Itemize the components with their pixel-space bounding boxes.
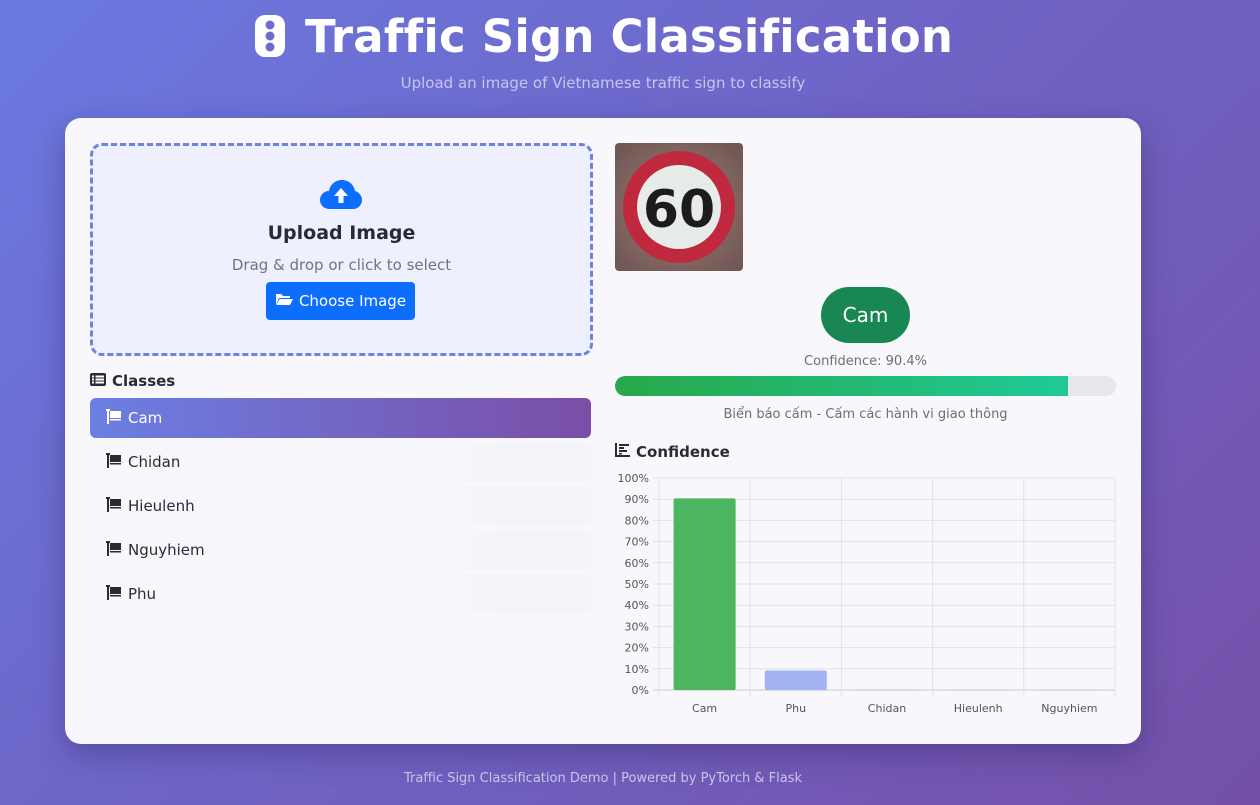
- chart-heading-label: Confidence: [636, 443, 730, 461]
- confidence-text: Confidence: 90.4%: [804, 354, 927, 369]
- classes-heading-label: Classes: [112, 372, 176, 390]
- classes-heading: Classes: [90, 372, 175, 390]
- page-title: Traffic Sign Classification: [304, 9, 954, 63]
- flag-icon: [106, 540, 122, 560]
- class-item-label: Hieulenh: [128, 497, 195, 515]
- y-tick-label: 10%: [625, 663, 649, 676]
- bar-cam: [673, 498, 736, 690]
- upload-subtitle: Drag & drop or click to select: [231, 256, 452, 274]
- uploaded-image-preview: 60: [615, 143, 743, 271]
- confidence-progress-fill: [615, 376, 1068, 396]
- cloud-upload-icon: [320, 179, 362, 215]
- chart-bar-icon: [615, 443, 630, 461]
- y-tick-label: 100%: [618, 472, 649, 485]
- speed-limit-text: 60: [643, 180, 715, 240]
- flag-icon: [106, 584, 122, 604]
- main-card: Upload Image Drag & drop or click to sel…: [65, 118, 1141, 744]
- flag-icon: [106, 408, 122, 428]
- page-header: Traffic Sign Classification Upload an im…: [0, 0, 1206, 92]
- folder-open-icon: [275, 292, 293, 310]
- x-tick-label: Cam: [692, 702, 717, 715]
- class-item-cam[interactable]: Cam: [90, 398, 591, 438]
- y-tick-label: 60%: [625, 557, 649, 570]
- y-tick-label: 0%: [632, 684, 649, 697]
- upload-title: Upload Image: [267, 222, 416, 244]
- flag-icon: [106, 496, 122, 516]
- upload-dropzone[interactable]: Upload Image Drag & drop or click to sel…: [90, 143, 593, 356]
- y-tick-label: 40%: [625, 599, 649, 612]
- page-footer: Traffic Sign Classification Demo | Power…: [404, 771, 802, 786]
- list-icon: [90, 372, 106, 390]
- bar-phu: [764, 670, 827, 690]
- choose-image-button[interactable]: Choose Image: [266, 282, 415, 320]
- page-subtitle: Upload an image of Vietnamese traffic si…: [400, 74, 806, 92]
- prediction-description: Biển báo cấm - Cấm các hành vi giao thôn…: [723, 407, 1008, 422]
- class-item-label: Phu: [128, 585, 157, 603]
- flag-icon: [106, 452, 122, 472]
- class-item-chidan[interactable]: Chidan: [90, 442, 591, 482]
- x-tick-label: Nguyhiem: [1041, 702, 1097, 715]
- confidence-progress-bar: [615, 376, 1116, 396]
- choose-image-label: Choose Image: [298, 292, 407, 310]
- prediction-badge: Cam: [821, 287, 910, 343]
- confidence-bar-chart: 0% 10% 20% 30% 40% 50% 60% 70% 80% 90% 100% Cam Phu C…: [618, 472, 1116, 715]
- class-item-label: Cam: [128, 409, 163, 427]
- class-item-hieulenh[interactable]: Hieulenh: [90, 486, 591, 526]
- x-tick-label: Hieulenh: [954, 702, 1003, 715]
- y-tick-label: 90%: [625, 493, 649, 506]
- class-item-label: Nguyhiem: [128, 541, 205, 559]
- chart-heading: Confidence: [615, 443, 730, 461]
- y-tick-label: 30%: [625, 620, 649, 633]
- traffic-light-icon: [253, 13, 287, 59]
- class-list: Cam Chidan Hieulenh Nguyhiem Phu: [90, 398, 591, 618]
- class-item-phu[interactable]: Phu: [90, 574, 591, 614]
- x-tick-label: Phu: [786, 702, 807, 715]
- y-tick-label: 80%: [625, 514, 649, 527]
- y-tick-label: 20%: [625, 642, 649, 655]
- class-item-nguyhiem[interactable]: Nguyhiem: [90, 530, 591, 570]
- x-tick-label: Chidan: [868, 702, 906, 715]
- class-item-label: Chidan: [128, 453, 181, 471]
- y-tick-label: 70%: [625, 536, 649, 549]
- y-tick-label: 50%: [625, 578, 649, 591]
